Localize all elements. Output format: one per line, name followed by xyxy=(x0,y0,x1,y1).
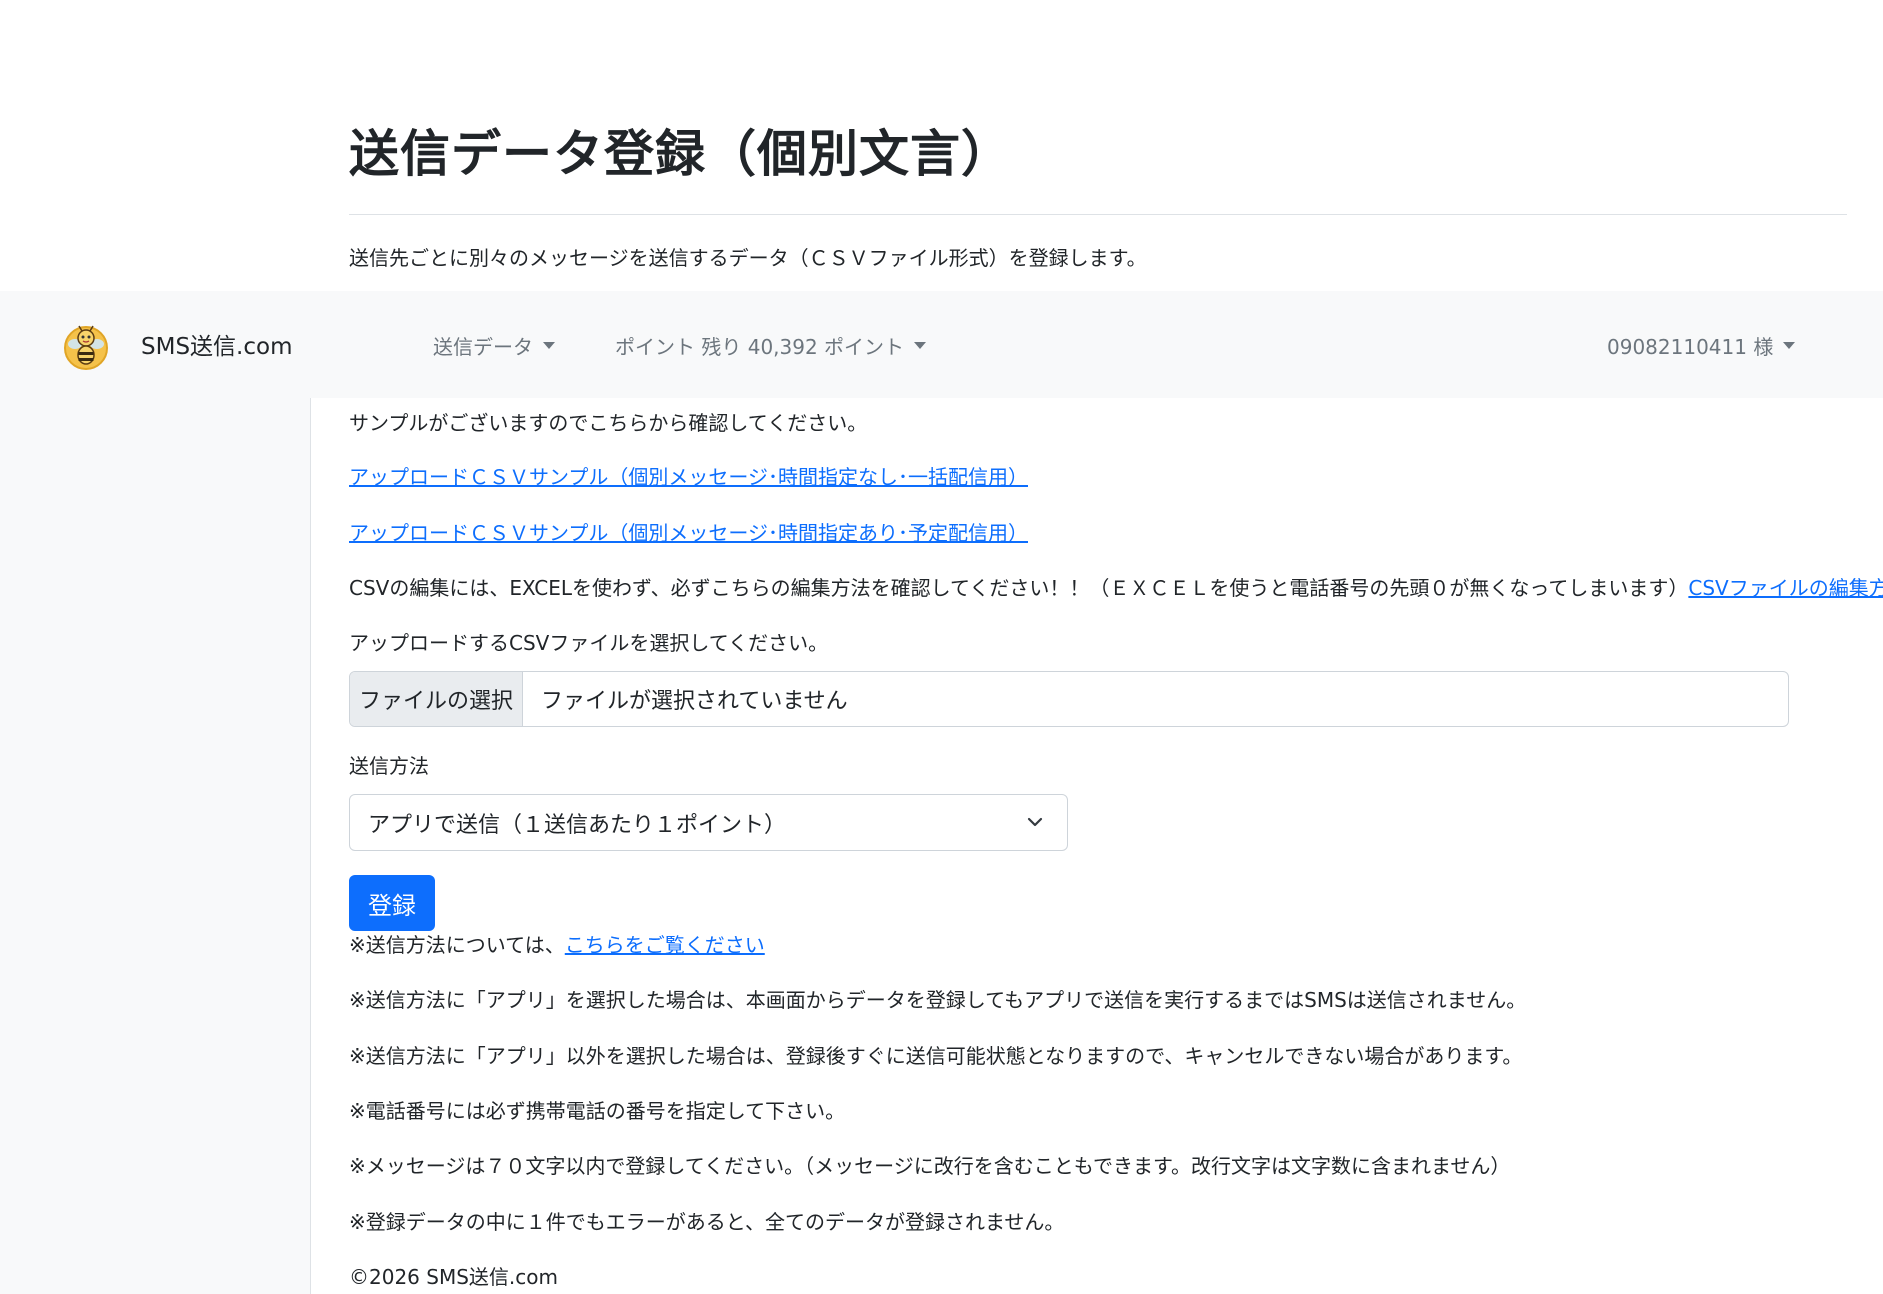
send-method-value: アプリで送信（１送信あたり１ポイント） xyxy=(368,812,787,838)
caret-down-icon xyxy=(1783,342,1796,349)
note-send-method: ※送信方法については、こちらをご覧ください xyxy=(349,930,765,960)
nav-send-data-label: 送信データ xyxy=(433,335,533,359)
csv-edit-note: CSVの編集には、EXCELを使わず、必ずこちらの編集方法を確認してください！！… xyxy=(349,573,1883,603)
top-navbar: SMS送信.com 送信データ ポイント 残り 40,392 ポイント 0908… xyxy=(0,291,1883,398)
sample-link-bulk[interactable]: アップロードＣＳＶサンプル（個別メッセージ･時間指定なし･一括配信用） xyxy=(349,462,1028,492)
note-non-app-method: ※送信方法に「アプリ」以外を選択した場合は、登録後すぐに送信可能状態となりますの… xyxy=(349,1044,1523,1068)
sample-link-scheduled[interactable]: アップロードＣＳＶサンプル（個別メッセージ･時間指定あり･予定配信用） xyxy=(349,518,1028,548)
csv-edit-link[interactable]: CSVファイルの編集方法 xyxy=(1688,576,1883,600)
title-divider xyxy=(349,214,1847,215)
bee-mascot-icon[interactable] xyxy=(62,322,110,370)
send-method-select[interactable]: アプリで送信（１送信あたり１ポイント） xyxy=(349,794,1068,851)
note-phone-number: ※電話番号には必ず携帯電話の番号を指定して下さい。 xyxy=(349,1099,846,1123)
nav-points-dropdown[interactable]: ポイント 残り 40,392 ポイント xyxy=(615,331,927,360)
nav-user-label: 09082110411 様 xyxy=(1607,335,1774,359)
copyright: ©2026 SMS送信.com xyxy=(349,1265,558,1289)
file-label: アップロードするCSVファイルを選択してください。 xyxy=(349,631,829,655)
csv-file-input[interactable]: ファイルの選択 ファイルが選択されていません xyxy=(349,671,1789,727)
send-method-info-link[interactable]: こちらをご覧ください xyxy=(565,933,765,957)
sample-intro: サンプルがございますのでこちらから確認してください。 xyxy=(349,411,868,435)
note-error-handling: ※登録データの中に１件でもエラーがあると、全てのデータが登録されません。 xyxy=(349,1210,1065,1234)
chevron-down-icon xyxy=(1027,817,1043,827)
file-select-button[interactable]: ファイルの選択 xyxy=(350,672,523,726)
nav-points-label: ポイント 残り 40,392 ポイント xyxy=(615,335,905,359)
nav-user-dropdown[interactable]: 09082110411 様 xyxy=(1607,331,1796,360)
note-send-method-text: ※送信方法については、 xyxy=(349,933,565,957)
caret-down-icon xyxy=(914,342,927,349)
brand-name[interactable]: SMS送信.com xyxy=(141,327,292,361)
page-title: 送信データ登録（個別文言） xyxy=(349,125,1012,183)
nav-send-data-dropdown[interactable]: 送信データ xyxy=(433,331,555,360)
page-description: 送信先ごとに別々のメッセージを送信するデータ（ＣＳＶファイル形式）を登録します。 xyxy=(349,246,1147,270)
register-button[interactable]: 登録 xyxy=(349,875,435,931)
send-method-label: 送信方法 xyxy=(349,754,429,778)
csv-edit-note-text: CSVの編集には、EXCELを使わず、必ずこちらの編集方法を確認してください！！… xyxy=(349,576,1689,600)
page-header: 送信データ登録（個別文言） 送信先ごとに別々のメッセージを送信するデータ（ＣＳＶ… xyxy=(349,118,1847,273)
caret-down-icon xyxy=(543,342,555,349)
note-app-method: ※送信方法に「アプリ」を選択した場合は、本画面からデータを登録してもアプリで送信… xyxy=(349,988,1527,1012)
file-status: ファイルが選択されていません xyxy=(541,689,848,714)
note-message-length: ※メッセージは７０文字以内で登録してください。（メッセージに改行を含むこともでき… xyxy=(349,1154,1511,1178)
sidebar-panel xyxy=(0,398,311,1294)
